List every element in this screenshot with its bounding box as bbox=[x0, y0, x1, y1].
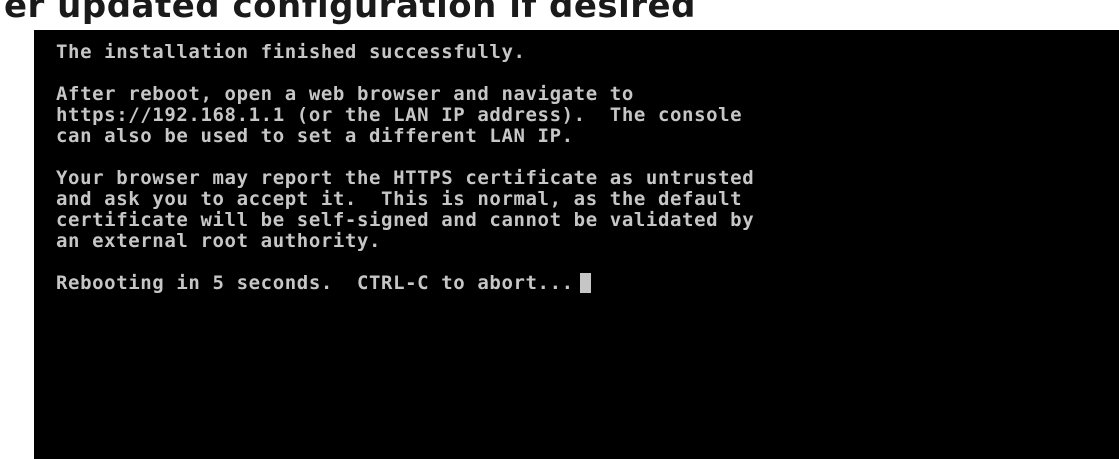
console-output: The installation finished successfully. A… bbox=[56, 42, 754, 294]
console-line: After reboot, open a web browser and nav… bbox=[56, 83, 634, 105]
console-line: and ask you to accept it. This is normal… bbox=[56, 188, 743, 210]
cursor-block-icon bbox=[579, 273, 591, 293]
cropped-page-heading: er updated configuration if desired bbox=[0, 0, 1119, 30]
console-line: Your browser may report the HTTPS certif… bbox=[56, 167, 755, 189]
console-line: https://192.168.1.1 (or the LAN IP addre… bbox=[56, 104, 743, 126]
reboot-countdown-text: Rebooting in 5 seconds. CTRL-C to abort.… bbox=[56, 272, 574, 294]
console-line: an external root authority. bbox=[56, 230, 382, 252]
cropped-heading-text: er updated configuration if desired bbox=[4, 0, 696, 26]
console-line: The installation finished successfully. bbox=[56, 41, 526, 63]
console-screen[interactable]: The installation finished successfully. A… bbox=[34, 30, 1119, 459]
console-prompt-line: Rebooting in 5 seconds. CTRL-C to abort.… bbox=[56, 273, 754, 294]
console-line: can also be used to set a different LAN … bbox=[56, 125, 574, 147]
console-line: certificate will be self-signed and cann… bbox=[56, 209, 755, 231]
